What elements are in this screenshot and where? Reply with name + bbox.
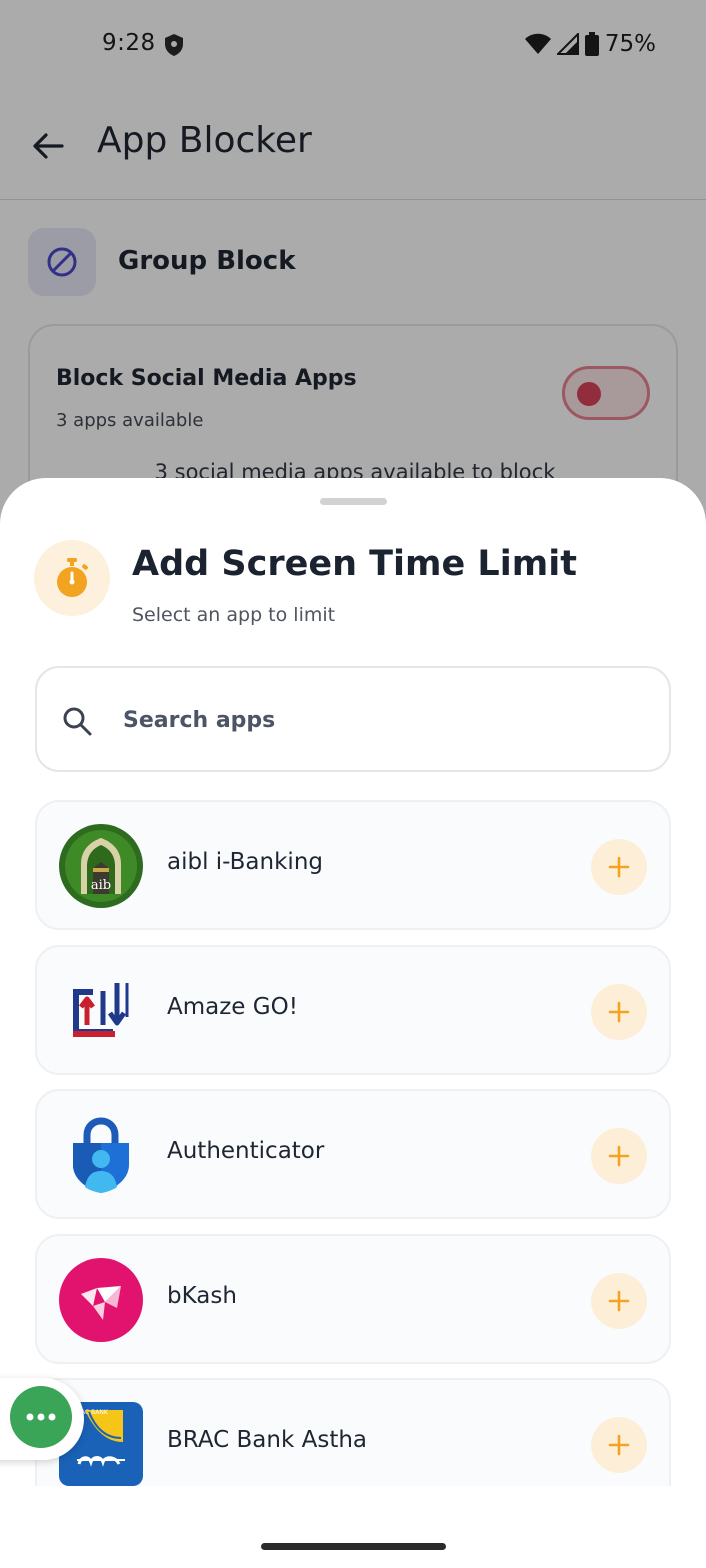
sheet-title: Add Screen Time Limit: [132, 544, 577, 584]
more-horizontal-icon: [26, 1413, 56, 1421]
add-button[interactable]: [591, 1272, 647, 1329]
more-button[interactable]: [10, 1386, 72, 1448]
app-name: bKash: [167, 1282, 237, 1309]
app-list: aib aibl i-Banking Amaze GO! Authenticat…: [35, 800, 671, 1486]
home-indicator[interactable]: [261, 1543, 446, 1550]
list-item[interactable]: Authenticator: [35, 1089, 671, 1219]
app-name: Amaze GO!: [167, 993, 298, 1020]
amaze-go-app-icon: [73, 982, 129, 1037]
aibl-logo-text: aib: [91, 878, 111, 893]
list-item[interactable]: BRAC BANK BRAC Bank Astha: [35, 1378, 671, 1486]
sheet-drag-handle[interactable]: [320, 498, 387, 505]
app-name: BRAC Bank Astha: [167, 1427, 368, 1453]
list-item[interactable]: Amaze GO!: [35, 944, 671, 1075]
aibl-app-icon: aib: [59, 824, 143, 908]
plus-icon: [608, 1001, 630, 1022]
search-box[interactable]: [35, 666, 671, 772]
plus-icon: [608, 1290, 630, 1311]
plus-icon: [608, 1434, 630, 1456]
list-item[interactable]: bKash: [35, 1233, 671, 1364]
app-name: aibl i-Banking: [167, 849, 323, 875]
add-screen-time-sheet: Add Screen Time Limit Select an app to l…: [0, 478, 706, 1568]
add-button[interactable]: [591, 1128, 647, 1184]
add-button[interactable]: [591, 983, 647, 1040]
stopwatch-icon: [57, 558, 88, 597]
bkash-app-icon: [59, 1257, 143, 1342]
sheet-icon-circle: [34, 540, 110, 616]
search-input[interactable]: [123, 698, 643, 742]
authenticator-app-icon: [73, 1117, 129, 1193]
sheet-subtitle: Select an app to limit: [132, 604, 336, 626]
add-button[interactable]: [591, 1417, 647, 1473]
plus-icon: [608, 1145, 630, 1167]
add-button[interactable]: [591, 839, 647, 895]
app-name: Authenticator: [167, 1138, 325, 1164]
search-icon: [63, 707, 92, 736]
floating-bubble[interactable]: [0, 1378, 84, 1460]
list-item[interactable]: aib aibl i-Banking: [35, 800, 671, 930]
plus-icon: [608, 856, 630, 878]
